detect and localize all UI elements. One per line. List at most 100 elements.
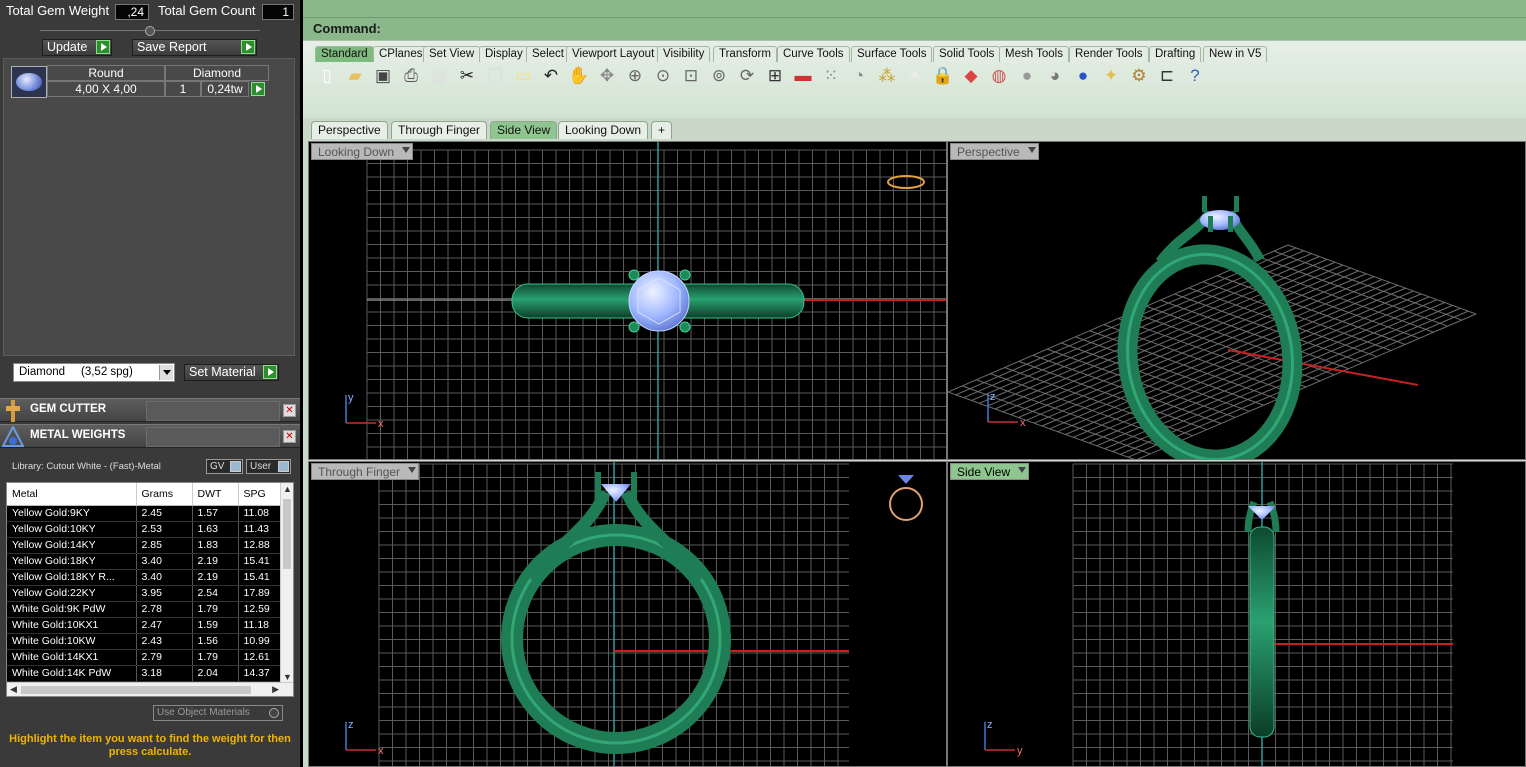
toolbar-tab-cplanes[interactable]: CPlanes [373, 46, 429, 62]
zoom-icon[interactable]: ⊕ [624, 65, 646, 87]
help-icon[interactable]: ? [1184, 65, 1206, 87]
new-file-icon[interactable]: ▯ [316, 65, 338, 87]
zoom-extents-icon[interactable]: ⊡ [680, 65, 702, 87]
viewport-canvas[interactable]: zx [948, 142, 1526, 460]
command-line[interactable]: Command: [303, 18, 1526, 40]
table-row[interactable]: Yellow Gold:14KY 2.85 1.83 12.88 [7, 537, 283, 554]
close-icon[interactable]: ✕ [283, 430, 296, 443]
toolbar-tab-drafting[interactable]: Drafting [1149, 46, 1202, 62]
toolbar-tab-solid-tools[interactable]: Solid Tools [933, 46, 1001, 62]
layers-icon[interactable]: ◆ [960, 65, 982, 87]
horizontal-scrollbar[interactable]: ◀ ▶ [7, 682, 293, 696]
toolbar-tab-set-view[interactable]: Set View [423, 46, 481, 62]
import-icon[interactable]: ▤ [428, 65, 450, 87]
blue-sphere-icon[interactable]: ● [1072, 65, 1094, 87]
scroll-left-icon[interactable]: ◀ [10, 684, 17, 695]
toolbar-tab-standard[interactable]: Standard [315, 46, 374, 62]
table-row[interactable]: White Gold:14KX1 2.79 1.79 12.61 [7, 649, 283, 666]
undo-icon[interactable]: ↶ [540, 65, 562, 87]
use-object-materials-option[interactable]: Use Object Materials [153, 705, 283, 721]
view-tab-looking-down[interactable]: Looking Down [558, 121, 649, 139]
open-folder-icon[interactable]: ▰ [344, 65, 366, 87]
table-row[interactable]: Yellow Gold:18KY R... 3.40 2.19 15.41 [7, 569, 283, 586]
add-tab-button[interactable]: + [651, 121, 673, 139]
save-icon[interactable]: ▣ [372, 65, 394, 87]
toolbar-tab-curve-tools[interactable]: Curve Tools [777, 46, 850, 62]
round-gem-icon[interactable] [11, 66, 47, 98]
table-row[interactable]: White Gold:10KX1 2.47 1.59 11.18 [7, 617, 283, 634]
scroll-up-icon[interactable]: ▲ [283, 484, 292, 494]
pan-hand-icon[interactable]: ✋ [568, 65, 590, 87]
table-row[interactable]: Yellow Gold:22KY 3.95 2.54 17.89 [7, 585, 283, 602]
table-row[interactable]: Yellow Gold:18KY 3.40 2.19 15.41 [7, 553, 283, 570]
user-toggle[interactable]: User [246, 459, 291, 474]
table-row[interactable]: White Gold:10KW 2.43 1.56 10.99 [7, 633, 283, 650]
scroll-down-icon[interactable]: ▼ [283, 672, 292, 682]
color-wheel-icon[interactable]: ◍ [988, 65, 1010, 87]
vertical-scrollbar[interactable]: ▲ ▼ [280, 483, 293, 683]
set-material-button[interactable]: Set Material [184, 364, 279, 381]
table-row[interactable]: Yellow Gold:10KY 2.53 1.63 11.43 [7, 521, 283, 538]
table-row[interactable]: White Gold:9K PdW 2.78 1.79 12.59 [7, 601, 283, 618]
toolbar-tab-transform[interactable]: Transform [713, 46, 777, 62]
toolbar-tab-display[interactable]: Display [479, 46, 529, 62]
table-row[interactable]: Yellow Gold:9KY 2.45 1.57 11.08 [7, 505, 283, 522]
gem-cutter-section[interactable]: GEM CUTTER ✕ [0, 398, 300, 422]
print-icon[interactable]: ⎙ [400, 65, 422, 87]
settings-gear-icon[interactable]: ⚙ [1128, 65, 1150, 87]
view-tab-side-view[interactable]: Side View [490, 121, 558, 139]
view-tab-through-finger[interactable]: Through Finger [391, 121, 488, 139]
light-icon[interactable]: ✦ [1100, 65, 1122, 87]
lock-icon[interactable]: 🔒 [932, 65, 954, 87]
circle-icon[interactable]: ◔ [848, 65, 870, 87]
update-button[interactable]: Update [42, 39, 112, 56]
viewport-canvas[interactable]: yx [309, 142, 947, 460]
viewport-canvas[interactable]: zy [948, 462, 1526, 767]
material-dropdown[interactable]: Diamond (3,52 spg) [13, 363, 175, 382]
scroll-right-icon[interactable]: ▶ [272, 684, 279, 695]
metal-weights-table[interactable]: Metal Grams DWT SPG Yellow Gold:9KY 2.45 1.57… [6, 482, 294, 697]
toolbar-tab-visibility[interactable]: Visibility [657, 46, 711, 62]
viewport-canvas[interactable]: zx [309, 462, 947, 767]
rendered-sphere-icon[interactable]: ◕ [1044, 65, 1066, 87]
viewport-title[interactable]: Looking Down [311, 143, 414, 160]
shaded-sphere-icon[interactable]: ● [1016, 65, 1038, 87]
gv-toggle[interactable]: GV [206, 459, 243, 474]
toolbar-tab-new-in-v5[interactable]: New in V5 [1203, 46, 1268, 62]
column-header[interactable]: Metal [7, 483, 137, 506]
view-tab-perspective[interactable]: Perspective [311, 121, 388, 139]
four-viewports-icon[interactable]: ⊞ [764, 65, 786, 87]
viewport-looking-down[interactable]: yx Looking Down [308, 141, 947, 460]
rotate-view-icon[interactable]: ⟳ [736, 65, 758, 87]
viewport-perspective[interactable]: zx Perspective [947, 141, 1526, 460]
viewport-side-view[interactable]: zy Side View [947, 461, 1526, 767]
viewport-title[interactable]: Through Finger [311, 463, 420, 480]
zoom-window-icon[interactable]: ⊙ [652, 65, 674, 87]
toolbar-tab-mesh-tools[interactable]: Mesh Tools [999, 46, 1069, 62]
copy-icon[interactable]: ❐ [484, 65, 506, 87]
cut-icon[interactable]: ✂ [456, 65, 478, 87]
save-report-button[interactable]: Save Report [132, 39, 257, 56]
toolbar-tab-viewport-layout[interactable]: Viewport Layout [566, 46, 661, 62]
close-icon[interactable]: ✕ [283, 404, 296, 417]
column-header[interactable]: Grams [136, 483, 193, 506]
paste-icon[interactable]: ▭ [512, 65, 534, 87]
splitter-handle[interactable] [0, 26, 300, 36]
lightbulb-icon[interactable]: ☀ [904, 65, 926, 87]
cplane-icon[interactable]: ⊏ [1156, 65, 1178, 87]
gem-go-arrow-icon[interactable] [251, 82, 265, 96]
metal-weights-section[interactable]: METAL WEIGHTS ✕ [0, 424, 300, 448]
toolbar-tab-render-tools[interactable]: Render Tools [1069, 46, 1149, 62]
render-dots-icon[interactable]: ⁙ [820, 65, 842, 87]
viewport-title[interactable]: Perspective [950, 143, 1039, 160]
car-icon[interactable]: ▬ [792, 65, 814, 87]
table-row[interactable]: White Gold:14K PdW 3.18 2.04 14.37 [7, 665, 283, 682]
zoom-selected-icon[interactable]: ⊚ [708, 65, 730, 87]
move-arrows-icon[interactable]: ✥ [596, 65, 618, 87]
toolbar-tab-surface-tools[interactable]: Surface Tools [851, 46, 933, 62]
column-header[interactable]: DWT [192, 483, 239, 506]
viewport-through-finger[interactable]: zx Through Finger [308, 461, 947, 767]
toolbar-tab-select[interactable]: Select [526, 46, 570, 62]
column-header[interactable]: SPG [238, 483, 283, 506]
viewport-title[interactable]: Side View [950, 463, 1030, 480]
